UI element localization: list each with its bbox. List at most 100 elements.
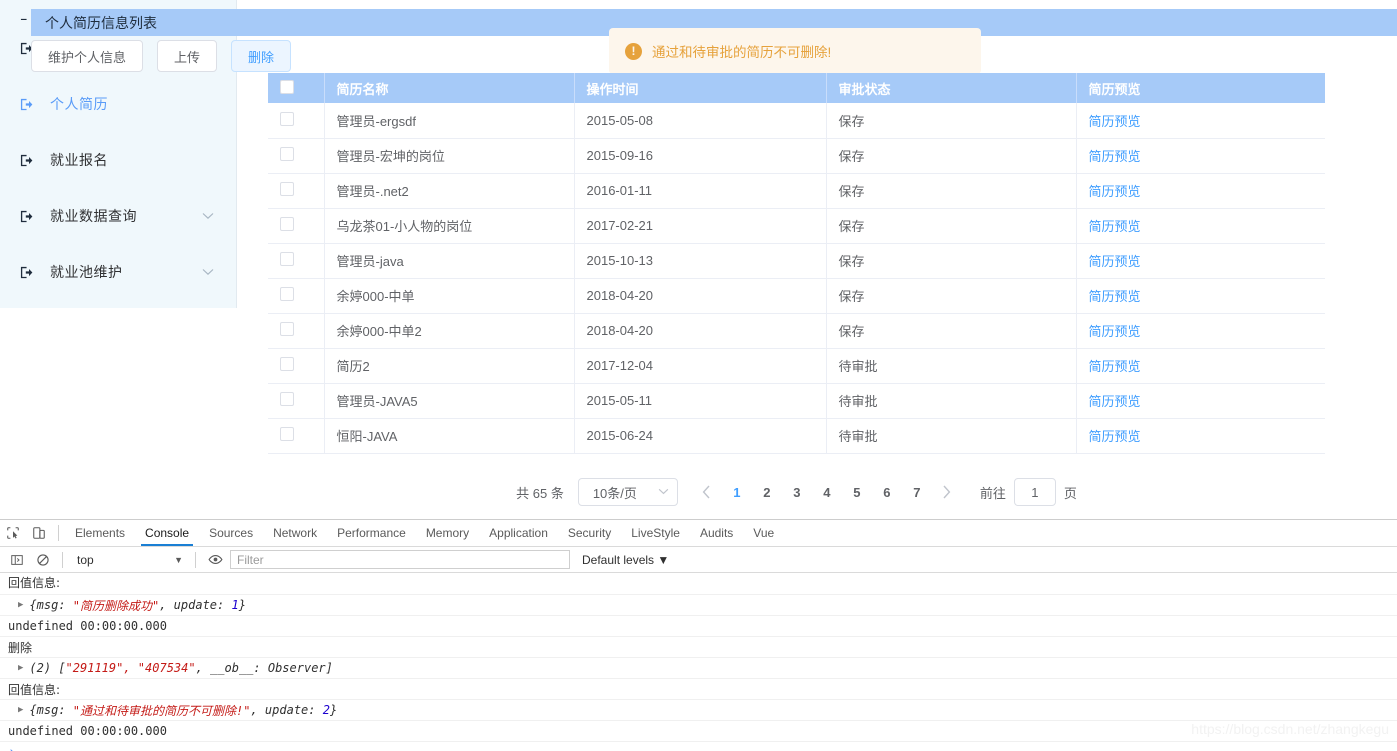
pagination-page-3[interactable]: 3 (782, 478, 812, 506)
clear-console-icon[interactable] (30, 547, 56, 573)
table-row[interactable]: 乌龙茶01-小人物的岗位 2017-02-21 保存 简历预览 (268, 208, 1325, 244)
console-output[interactable]: 回值信息: ▶ {msg: "简历删除成功", update: 1} undefine… (0, 574, 1397, 751)
cell-preview: 简历预览 (1076, 348, 1325, 384)
resume-preview-link[interactable]: 简历预览 (1089, 184, 1141, 199)
table-row[interactable]: 恒阳-JAVA 2015-06-24 待审批 简历预览 (268, 418, 1325, 454)
table-row[interactable]: 管理员-宏坤的岗位 2015-09-16 保存 简历预览 (268, 138, 1325, 174)
sidebar-item-employment-signup[interactable]: 就业报名 (0, 132, 236, 188)
pagination-page-4[interactable]: 4 (812, 478, 842, 506)
console-sidebar-icon[interactable] (4, 547, 30, 573)
column-header-preview[interactable]: 简历预览 (1076, 73, 1325, 103)
resume-preview-link[interactable]: 简历预览 (1089, 359, 1141, 374)
console-token: "简历删除成功" (72, 598, 160, 613)
row-checkbox-cell (268, 173, 325, 209)
column-header-time[interactable]: 操作时间 (574, 73, 827, 103)
devtools-tab-sources[interactable]: Sources (199, 520, 263, 546)
expand-triangle-icon[interactable]: ▶ (18, 705, 23, 715)
resume-preview-link[interactable]: 简历预览 (1089, 219, 1141, 234)
devtools-tab-console[interactable]: Console (135, 520, 199, 546)
pagination-page-1[interactable]: 1 (722, 478, 752, 506)
row-checkbox[interactable] (280, 357, 294, 371)
console-line-expandable[interactable]: ▶ {msg: "简历删除成功", update: 1} (0, 595, 1397, 616)
pagination-page-5[interactable]: 5 (842, 478, 872, 506)
console-filter-input[interactable]: Filter (230, 550, 570, 569)
devtools-tab-audits[interactable]: Audits (690, 520, 743, 546)
row-checkbox[interactable] (280, 111, 294, 126)
live-expression-icon[interactable] (202, 547, 228, 573)
devtools-tab-security[interactable]: Security (558, 520, 621, 546)
resume-preview-link[interactable]: 简历预览 (1089, 429, 1141, 444)
pagination-goto-label: 前往 (979, 485, 1006, 501)
table-row[interactable]: 余婷000-中单 2018-04-20 保存 简历预览 (268, 278, 1325, 314)
expand-triangle-icon[interactable]: ▶ (18, 600, 23, 610)
pagination-page-2[interactable]: 2 (752, 478, 782, 506)
devtools-tab-network[interactable]: Network (263, 520, 327, 546)
table-row[interactable]: 余婷000-中单2 2018-04-20 保存 简历预览 (268, 313, 1325, 349)
resume-preview-link[interactable]: 简历预览 (1089, 114, 1141, 129)
devtools-tab-livestyle[interactable]: LiveStyle (621, 520, 690, 546)
select-all-checkbox[interactable] (280, 79, 294, 94)
cell-operate-time: 2018-04-20 (574, 313, 827, 349)
cell-resume-name: 管理员-java (324, 243, 575, 279)
pagination-prev-button[interactable] (692, 478, 722, 506)
row-checkbox[interactable] (280, 182, 294, 196)
resume-preview-link[interactable]: 简历预览 (1089, 324, 1141, 339)
row-checkbox[interactable] (280, 252, 294, 266)
pagination-page-6[interactable]: 6 (872, 478, 902, 506)
pagination-total: 共 65 条 (516, 485, 564, 501)
table-row[interactable]: 管理员-ergsdf 2015-05-08 保存 简历预览 (268, 103, 1325, 139)
pagination-next-button[interactable] (932, 478, 962, 506)
console-line-expandable[interactable]: ▶ {msg: "通过和待审批的简历不可删除!", update: 2} (0, 700, 1397, 721)
device-toolbar-icon[interactable] (26, 520, 52, 546)
column-header-name[interactable]: 简历名称 (324, 73, 575, 103)
table-row[interactable]: 管理员-JAVA5 2015-05-11 待审批 简历预览 (268, 383, 1325, 419)
devtools-tab-vue[interactable]: Vue (743, 520, 784, 546)
devtools-tab-application[interactable]: Application (479, 520, 558, 546)
delete-button[interactable]: 删除 (231, 40, 292, 72)
resume-preview-link[interactable]: 简历预览 (1089, 289, 1141, 304)
cell-operate-time: 2015-06-24 (574, 418, 827, 454)
row-checkbox[interactable] (280, 427, 294, 441)
console-token: 1 (231, 598, 239, 612)
cell-resume-name: 管理员-JAVA5 (324, 383, 575, 419)
sidebar-item-personal-resume[interactable]: 个人简历 (0, 76, 236, 132)
pagination-goto-input[interactable]: 1 (1013, 478, 1056, 506)
devtools-tab-memory[interactable]: Memory (416, 520, 479, 546)
row-checkbox[interactable] (280, 392, 294, 406)
expand-triangle-icon[interactable]: ▶ (18, 663, 23, 673)
cell-approval-state: 保存 (826, 313, 1077, 349)
console-prompt[interactable]: › (0, 742, 1397, 751)
pagination-page-7[interactable]: 7 (902, 478, 932, 506)
maintain-personal-info-button[interactable]: 维护个人信息 (31, 40, 144, 72)
divider (62, 551, 63, 568)
console-line: 删除 (0, 637, 1397, 658)
console-token: "291119", "407534" (65, 661, 196, 675)
row-checkbox[interactable] (280, 322, 294, 336)
sidebar-item-employment-data-query[interactable]: 就业数据查询 (0, 188, 236, 244)
console-log-levels-select[interactable]: Default levels ▼ (582, 553, 669, 567)
console-token: 2 (322, 703, 330, 717)
console-context-select[interactable]: top ▼ (69, 550, 189, 570)
row-checkbox-cell (268, 243, 325, 279)
cell-approval-state: 保存 (826, 208, 1077, 244)
resume-preview-link[interactable]: 简历预览 (1089, 394, 1141, 409)
inspect-element-icon[interactable] (0, 520, 26, 546)
sidebar-item-label: 就业池维护 (50, 264, 123, 280)
console-log-levels-label: Default levels (582, 552, 655, 567)
table-row[interactable]: 管理员-.net2 2016-01-11 保存 简历预览 (268, 173, 1325, 209)
sidebar-item-employment-pool-maintenance[interactable]: 就业池维护 (0, 244, 236, 300)
resume-preview-link[interactable]: 简历预览 (1089, 254, 1141, 269)
console-prompt-caret: › (8, 745, 16, 751)
devtools-tab-performance[interactable]: Performance (327, 520, 416, 546)
row-checkbox[interactable] (280, 147, 294, 161)
column-header-state[interactable]: 审批状态 (826, 73, 1077, 103)
devtools-tab-elements[interactable]: Elements (65, 520, 135, 546)
upload-button[interactable]: 上传 (157, 40, 218, 72)
page-size-select[interactable]: 10条/页 (577, 478, 678, 506)
resume-preview-link[interactable]: 简历预览 (1089, 149, 1141, 164)
row-checkbox[interactable] (280, 287, 294, 301)
table-row[interactable]: 简历2 2017-12-04 待审批 简历预览 (268, 348, 1325, 384)
console-line-expandable[interactable]: ▶ (2) ["291119", "407534", __ob__: Observ… (0, 658, 1397, 679)
row-checkbox[interactable] (280, 217, 294, 231)
table-row[interactable]: 管理员-java 2015-10-13 保存 简历预览 (268, 243, 1325, 279)
